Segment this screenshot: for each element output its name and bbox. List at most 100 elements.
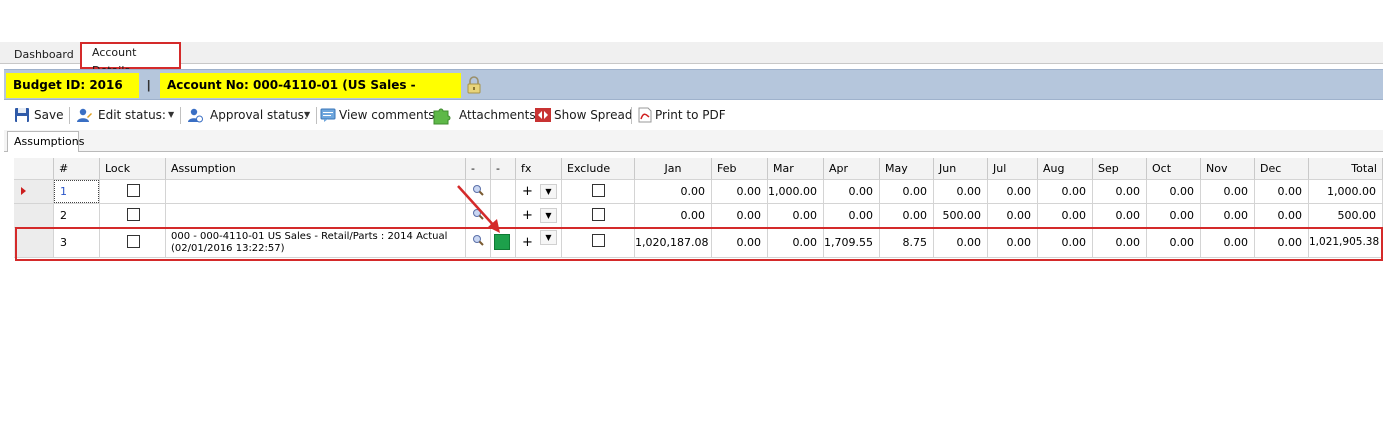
table-row[interactable]: 1 + ▼ 0.00 0.00 1,000.00 0.00 0.00 0.00 … <box>14 180 1383 204</box>
tab-dashboard[interactable]: Dashboard <box>8 44 80 66</box>
column-header-jan[interactable]: Jan <box>635 158 712 180</box>
attachments-button[interactable]: Attachments <box>432 104 536 126</box>
chevron-down-icon: ▼ <box>168 110 175 119</box>
save-label: Save <box>34 108 64 122</box>
row-selector[interactable] <box>14 204 54 228</box>
column-header-mar[interactable]: Mar <box>768 158 824 180</box>
jul-value[interactable]: 0.00 <box>988 180 1038 204</box>
aug-value[interactable]: 0.00 <box>1038 204 1093 228</box>
column-header-number[interactable]: # <box>54 158 100 180</box>
column-header-jun[interactable]: Jun <box>934 158 988 180</box>
toolbar-separator <box>180 107 181 124</box>
fx-dropdown-chevron-icon[interactable]: ▼ <box>540 208 557 223</box>
account-info-bar: Budget ID: 2016 test | Account No: 000-4… <box>4 69 1383 117</box>
save-button[interactable]: Save <box>14 104 66 126</box>
column-header-nov[interactable]: Nov <box>1201 158 1255 180</box>
lock-checkbox[interactable] <box>126 208 140 221</box>
column-header-link[interactable]: - <box>491 158 516 180</box>
mar-value[interactable]: 1,000.00 <box>768 180 824 204</box>
column-header-fx[interactable]: fx <box>516 158 562 180</box>
assumption-cell[interactable] <box>166 180 466 204</box>
floppy-disk-icon <box>15 108 29 122</box>
exclude-cell[interactable] <box>562 180 635 204</box>
nov-value[interactable]: 0.00 <box>1201 180 1255 204</box>
pdf-icon <box>638 107 652 123</box>
lock-icon[interactable] <box>466 76 482 94</box>
oct-value[interactable]: 0.00 <box>1147 180 1201 204</box>
jul-value[interactable]: 0.00 <box>988 204 1038 228</box>
cell-focus-outline <box>54 180 99 203</box>
column-header-sep[interactable]: Sep <box>1093 158 1147 180</box>
dec-value[interactable]: 0.00 <box>1255 204 1309 228</box>
total-value: 500.00 <box>1309 204 1383 228</box>
sep-value[interactable]: 0.00 <box>1093 204 1147 228</box>
top-tab-strip: Dashboard Account Details <box>0 42 1383 77</box>
toolbar-separator <box>631 107 632 124</box>
dec-value[interactable]: 0.00 <box>1255 180 1309 204</box>
nov-value[interactable]: 0.00 <box>1201 204 1255 228</box>
row-selector[interactable] <box>14 180 54 204</box>
tab-assumptions[interactable]: Assumptions <box>7 131 84 152</box>
view-comments-label: View comments <box>339 108 435 122</box>
jun-value[interactable]: 0.00 <box>934 180 988 204</box>
mar-value[interactable]: 0.00 <box>768 204 824 228</box>
column-header-apr[interactable]: Apr <box>824 158 880 180</box>
lock-checkbox[interactable] <box>126 184 140 197</box>
exclude-checkbox[interactable] <box>592 208 605 221</box>
column-header-feb[interactable]: Feb <box>712 158 768 180</box>
apr-value[interactable]: 0.00 <box>824 180 880 204</box>
fx-cell[interactable]: + ▼ <box>516 180 562 204</box>
assumption-cell[interactable] <box>166 204 466 228</box>
budget-id-label: Budget ID: 2016 test <box>6 73 139 117</box>
jan-value[interactable]: 0.00 <box>635 180 712 204</box>
oct-value[interactable]: 0.00 <box>1147 204 1201 228</box>
sep-value[interactable]: 0.00 <box>1093 180 1147 204</box>
print-pdf-button[interactable]: Print to PDF <box>637 104 726 126</box>
attachments-label: Attachments <box>459 108 536 122</box>
column-header-jul[interactable]: Jul <box>988 158 1038 180</box>
lock-cell[interactable] <box>100 180 166 204</box>
show-spread-button[interactable]: Show Spread <box>535 104 632 126</box>
approval-status-dropdown[interactable]: Approval status: ▼ <box>187 104 312 126</box>
jun-value[interactable]: 500.00 <box>934 204 988 228</box>
may-value[interactable]: 0.00 <box>880 204 934 228</box>
row-number[interactable]: 2 <box>54 204 100 228</box>
may-value[interactable]: 0.00 <box>880 180 934 204</box>
row-3-highlight-box <box>15 227 1383 261</box>
column-header-may[interactable]: May <box>880 158 934 180</box>
edit-status-dropdown[interactable]: Edit status: ▼ <box>76 104 176 126</box>
print-pdf-label: Print to PDF <box>655 108 726 122</box>
row-number-cell[interactable]: 1 <box>54 180 100 204</box>
column-header-assumption[interactable]: Assumption <box>166 158 466 180</box>
toolbar-separator <box>69 107 70 124</box>
column-header-aug[interactable]: Aug <box>1038 158 1093 180</box>
column-header-total[interactable]: Total <box>1309 158 1383 180</box>
apr-value[interactable]: 0.00 <box>824 204 880 228</box>
jan-value[interactable]: 0.00 <box>635 204 712 228</box>
column-header-search[interactable]: - <box>466 158 491 180</box>
inner-tab-strip: Assumptions <box>4 130 1383 152</box>
spread-arrows-icon <box>535 108 551 122</box>
puzzle-icon <box>433 108 451 125</box>
column-header-exclude[interactable]: Exclude <box>562 158 635 180</box>
column-header-lock[interactable]: Lock <box>100 158 166 180</box>
feb-value[interactable]: 0.00 <box>712 204 768 228</box>
fx-cell[interactable]: + ▼ <box>516 204 562 228</box>
show-spread-label: Show Spread <box>554 108 633 122</box>
feb-value[interactable]: 0.00 <box>712 180 768 204</box>
toolbar-separator <box>316 107 317 124</box>
table-row[interactable]: 2 + ▼ 0.00 0.00 0.00 0.00 0.00 500.00 0.… <box>14 204 1383 228</box>
edit-status-label: Edit status: <box>98 108 166 122</box>
exclude-checkbox[interactable] <box>592 184 605 197</box>
view-comments-button[interactable]: View comments <box>320 104 435 126</box>
fx-dropdown-chevron-icon[interactable]: ▼ <box>540 184 557 199</box>
column-header-oct[interactable]: Oct <box>1147 158 1201 180</box>
tab-account-details[interactable]: Account Details <box>80 42 181 77</box>
user-approve-icon <box>188 108 203 123</box>
approval-status-label: Approval status: <box>210 108 308 122</box>
aug-value[interactable]: 0.00 <box>1038 180 1093 204</box>
column-header-dec[interactable]: Dec <box>1255 158 1309 180</box>
exclude-cell[interactable] <box>562 204 635 228</box>
app-window: Dashboard Account Details Budget ID: 201… <box>0 0 1383 428</box>
lock-cell[interactable] <box>100 204 166 228</box>
